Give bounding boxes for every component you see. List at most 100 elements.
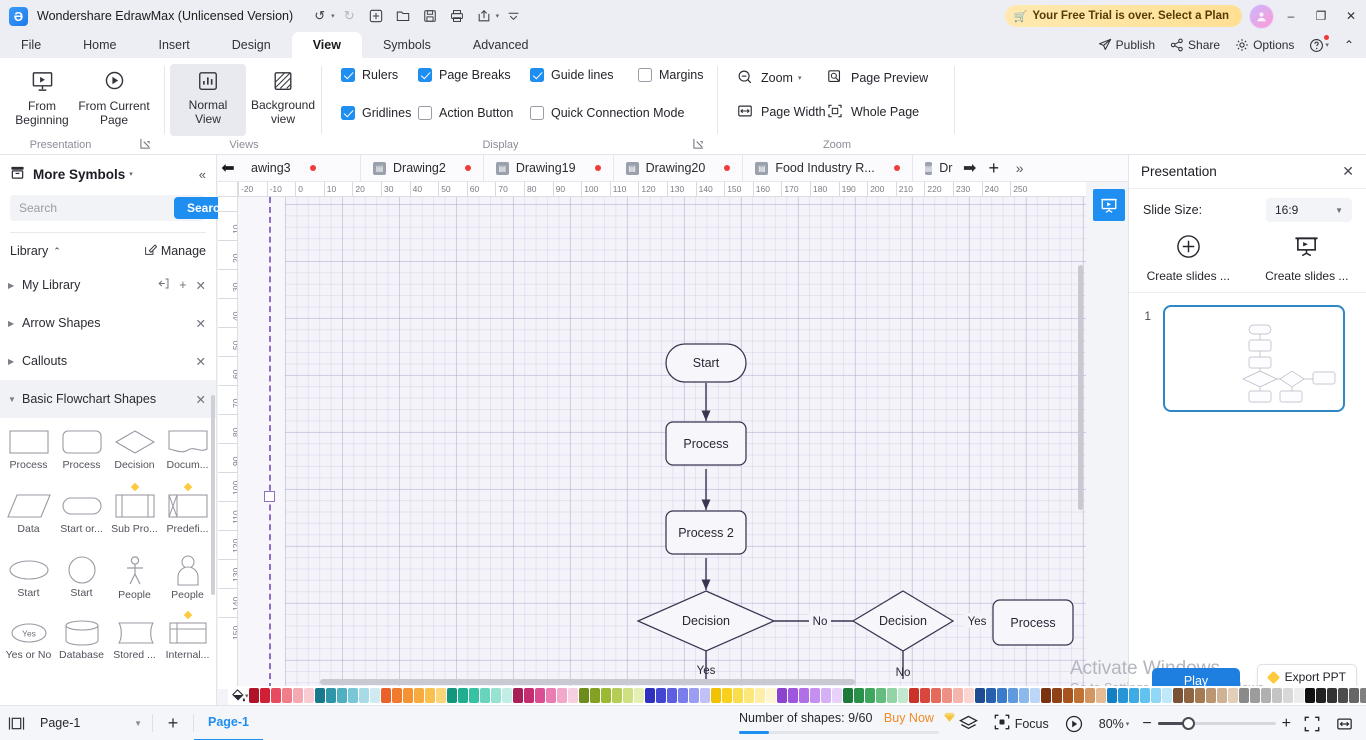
- color-swatch[interactable]: [853, 688, 864, 703]
- layers-button[interactable]: [952, 706, 985, 740]
- create-slides-plus-button[interactable]: Create slides ...: [1136, 234, 1241, 283]
- background-view-button[interactable]: Background view: [238, 64, 328, 136]
- close-library-icon[interactable]: ✕: [196, 316, 206, 331]
- present-play-button[interactable]: [1058, 706, 1090, 740]
- minimize-button[interactable]: –: [1276, 0, 1306, 32]
- shape-start-or-end[interactable]: Start or...: [55, 486, 108, 550]
- shape-people-stick[interactable]: People: [108, 550, 161, 614]
- vertical-ruler[interactable]: 10 20 30 40 50 60 70 80 90 100 110 120 130 140 150: [218, 197, 238, 689]
- color-swatch[interactable]: [1326, 688, 1337, 703]
- color-swatch[interactable]: [710, 688, 721, 703]
- color-swatch[interactable]: [446, 688, 457, 703]
- open-folder-icon[interactable]: [391, 4, 416, 28]
- library-item-callouts[interactable]: ▶ Callouts ✕: [0, 342, 216, 380]
- print-icon[interactable]: [445, 4, 470, 28]
- shape-internal-storage[interactable]: Internal...: [161, 610, 214, 678]
- color-swatch[interactable]: [545, 688, 556, 703]
- color-swatch[interactable]: [820, 688, 831, 703]
- color-swatch[interactable]: [963, 688, 974, 703]
- new-icon[interactable]: [364, 4, 389, 28]
- presentation-side-tab-button[interactable]: [1093, 189, 1125, 221]
- color-swatch[interactable]: [644, 688, 655, 703]
- tabs-scroll-left-icon[interactable]: ⬅: [217, 155, 239, 182]
- more-symbols-caret-icon[interactable]: ▾: [129, 170, 133, 178]
- maximize-button[interactable]: ❐: [1306, 0, 1336, 32]
- color-swatch[interactable]: [952, 688, 963, 703]
- close-icon[interactable]: ✕: [1342, 163, 1354, 180]
- color-swatch[interactable]: [600, 688, 611, 703]
- export-share-icon[interactable]: [472, 4, 497, 28]
- close-library-icon[interactable]: ✕: [196, 278, 206, 293]
- color-swatch[interactable]: [424, 688, 435, 703]
- export-caret-icon[interactable]: ▾: [496, 12, 500, 20]
- color-swatch[interactable]: [490, 688, 501, 703]
- color-swatch[interactable]: [1128, 688, 1139, 703]
- shape-stored-data[interactable]: Stored ...: [108, 614, 161, 678]
- color-swatch[interactable]: [1139, 688, 1150, 703]
- color-swatch[interactable]: [512, 688, 523, 703]
- shape-document[interactable]: Docum...: [161, 422, 214, 486]
- zoom-in-button[interactable]: +: [1278, 706, 1295, 740]
- redo-icon[interactable]: ↻: [337, 4, 362, 28]
- fit-width-button[interactable]: [1329, 706, 1360, 740]
- checkbox-rulers[interactable]: Rulers: [341, 66, 398, 84]
- color-swatch[interactable]: [523, 688, 534, 703]
- doc-tab-drawing3[interactable]: awing3: [239, 154, 361, 182]
- normal-view-button[interactable]: Normal View: [170, 64, 246, 136]
- publish-button[interactable]: Publish: [1092, 33, 1161, 57]
- new-document-tab-button[interactable]: +: [981, 155, 1007, 182]
- page-tab-page-1[interactable]: Page-1: [194, 706, 263, 740]
- color-swatch[interactable]: [1161, 688, 1172, 703]
- help-button[interactable]: ▾: [1303, 33, 1335, 57]
- close-button[interactable]: ✕: [1336, 0, 1366, 32]
- checkbox-page-breaks[interactable]: Page Breaks: [418, 66, 511, 84]
- shape-data[interactable]: Data: [2, 486, 55, 550]
- close-library-icon[interactable]: ✕: [196, 392, 206, 407]
- color-swatch[interactable]: [325, 688, 336, 703]
- color-swatch[interactable]: [402, 688, 413, 703]
- color-swatch[interactable]: [831, 688, 842, 703]
- shape-process-roundrect[interactable]: Process: [55, 422, 108, 486]
- color-swatch[interactable]: [919, 688, 930, 703]
- undo-icon[interactable]: ↺: [307, 4, 332, 28]
- color-swatch[interactable]: [534, 688, 545, 703]
- shape-start-circle[interactable]: Start: [55, 550, 108, 614]
- zoom-slider[interactable]: [1157, 717, 1276, 730]
- checkbox-margins[interactable]: Margins: [638, 66, 703, 84]
- page-layout-icon[interactable]: [0, 706, 32, 740]
- doc-tab-drawing19[interactable]: ▤ Drawing19: [484, 154, 614, 182]
- color-swatch[interactable]: [864, 688, 875, 703]
- color-swatch[interactable]: [1040, 688, 1051, 703]
- color-swatch[interactable]: [611, 688, 622, 703]
- color-swatch[interactable]: [743, 688, 754, 703]
- color-swatch[interactable]: [809, 688, 820, 703]
- library-item-my-library[interactable]: ▶ My Library + ✕: [0, 266, 216, 304]
- color-swatch[interactable]: [1018, 688, 1029, 703]
- from-current-page-button[interactable]: From Current Page: [76, 64, 152, 136]
- tab-symbols[interactable]: Symbols: [362, 32, 452, 58]
- color-swatch[interactable]: [468, 688, 479, 703]
- zoom-out-button[interactable]: −: [1138, 706, 1155, 740]
- tab-insert[interactable]: Insert: [138, 32, 211, 58]
- share-button[interactable]: Share: [1164, 33, 1226, 57]
- color-swatch[interactable]: [303, 688, 314, 703]
- page-selector-dropdown[interactable]: Page-1 ▼: [32, 706, 152, 740]
- color-swatch[interactable]: [292, 688, 303, 703]
- color-swatch[interactable]: [754, 688, 765, 703]
- save-icon[interactable]: [418, 4, 443, 28]
- color-swatch[interactable]: [270, 688, 281, 703]
- library-item-basic-flowchart-shapes[interactable]: ▼ Basic Flowchart Shapes ✕: [0, 380, 216, 418]
- color-swatch[interactable]: [1150, 688, 1161, 703]
- add-page-button[interactable]: +: [153, 706, 193, 740]
- create-slides-board-button[interactable]: Create slides ...: [1254, 234, 1359, 283]
- fill-color-button[interactable]: ▾: [228, 688, 249, 703]
- color-swatch[interactable]: [787, 688, 798, 703]
- color-swatch[interactable]: [1106, 688, 1117, 703]
- color-swatch[interactable]: [1260, 688, 1271, 703]
- tab-home[interactable]: Home: [62, 32, 137, 58]
- color-swatch[interactable]: [1293, 688, 1304, 703]
- color-swatch[interactable]: [886, 688, 897, 703]
- color-swatch[interactable]: [358, 688, 369, 703]
- color-swatch[interactable]: [996, 688, 1007, 703]
- color-swatch[interactable]: [875, 688, 886, 703]
